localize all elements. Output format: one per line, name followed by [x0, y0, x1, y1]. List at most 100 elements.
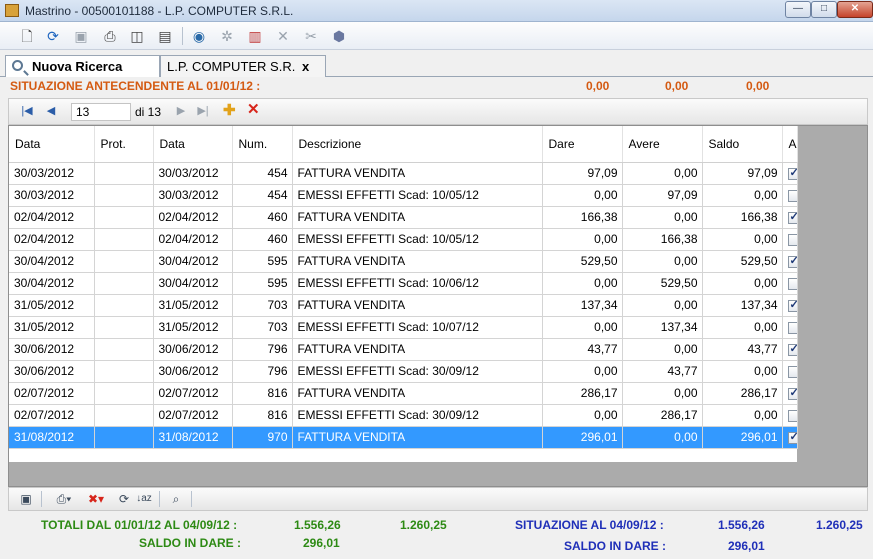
- cell-avere[interactable]: 0,00: [622, 294, 703, 317]
- cell-num[interactable]: 816: [232, 382, 293, 405]
- column-header-saldo[interactable]: Saldo: [702, 126, 783, 163]
- cell-descrizione[interactable]: EMESSI EFFETTI Scad: 10/05/12: [292, 184, 543, 207]
- reconciled-checkbox[interactable]: [787, 210, 796, 224]
- record-position-input[interactable]: 13: [71, 103, 131, 121]
- reconciled-checkbox[interactable]: [787, 409, 796, 422]
- cell-saldo[interactable]: 296,01: [702, 426, 783, 449]
- save-icon[interactable]: ▣: [17, 491, 35, 507]
- cell-num[interactable]: 460: [232, 206, 293, 229]
- cell-data[interactable]: 31/08/2012: [9, 426, 95, 449]
- cell-saldo[interactable]: 0,00: [702, 316, 783, 339]
- cell-dare[interactable]: 137,34: [542, 294, 623, 317]
- column-header-data[interactable]: Data: [9, 126, 95, 163]
- table-row[interactable]: 31/05/2012 31/05/2012 703 EMESSI EFFETTI Sc…: [9, 316, 798, 339]
- cell-saldo[interactable]: 529,50: [702, 250, 783, 273]
- cell-num[interactable]: 796: [232, 360, 293, 383]
- cell-prot[interactable]: [94, 272, 154, 295]
- cell-avere[interactable]: 286,17: [622, 404, 703, 427]
- tools-icon[interactable]: ✂: [302, 27, 320, 45]
- report-icon[interactable]: ▤: [156, 27, 174, 45]
- minimize-button[interactable]: —: [785, 1, 811, 18]
- cell-num[interactable]: 970: [232, 426, 293, 449]
- cell-data[interactable]: 31/05/2012: [9, 294, 95, 317]
- reconciled-checkbox[interactable]: [787, 277, 796, 290]
- table-row[interactable]: 02/04/2012 02/04/2012 460 FATTURA VENDITA 16…: [9, 206, 798, 229]
- cell-descrizione[interactable]: EMESSI EFFETTI Scad: 30/09/12: [292, 360, 543, 383]
- cell-saldo[interactable]: 97,09: [702, 162, 783, 185]
- find-icon[interactable]: ◉: [190, 27, 208, 45]
- cell-avere[interactable]: 137,34: [622, 316, 703, 339]
- cell-num[interactable]: 703: [232, 294, 293, 317]
- cell-data[interactable]: 02/04/2012: [9, 228, 95, 251]
- first-record-icon[interactable]: |◀: [19, 103, 35, 119]
- tab-nuova-ricerca[interactable]: Nuova Ricerca: [5, 55, 160, 77]
- cell-prot[interactable]: [94, 206, 154, 229]
- cell-data-doc[interactable]: 02/07/2012: [153, 404, 233, 427]
- cell-data-doc[interactable]: 30/04/2012: [153, 272, 233, 295]
- cell-prot[interactable]: [94, 404, 154, 427]
- cell-prot[interactable]: [94, 162, 154, 185]
- cell-prot[interactable]: [94, 426, 154, 449]
- cell-data-doc[interactable]: 02/04/2012: [153, 206, 233, 229]
- cell-data[interactable]: 02/04/2012: [9, 206, 95, 229]
- cell-dare[interactable]: 166,38: [542, 206, 623, 229]
- cell-dare[interactable]: 97,09: [542, 162, 623, 185]
- cell-descrizione[interactable]: FATTURA VENDITA: [292, 294, 543, 317]
- reconciled-checkbox[interactable]: [787, 365, 796, 378]
- cell-num[interactable]: 454: [232, 162, 293, 185]
- cell-data-doc[interactable]: 30/06/2012: [153, 360, 233, 383]
- table-row[interactable]: 02/07/2012 02/07/2012 816 EMESSI EFFETTI Sc…: [9, 404, 798, 427]
- reconciled-checkbox[interactable]: [787, 342, 796, 356]
- cell-data-doc[interactable]: 02/04/2012: [153, 228, 233, 251]
- cell-dare[interactable]: 0,00: [542, 404, 623, 427]
- cell-saldo[interactable]: 43,77: [702, 338, 783, 361]
- column-header-data-doc[interactable]: Data: [153, 126, 233, 163]
- cell-dare[interactable]: 0,00: [542, 184, 623, 207]
- next-record-icon[interactable]: ▶: [173, 103, 189, 119]
- column-header-avere[interactable]: Avere: [622, 126, 703, 163]
- cell-descrizione[interactable]: FATTURA VENDITA: [292, 162, 543, 185]
- tab-client[interactable]: L.P. COMPUTER S.R. x: [160, 55, 326, 77]
- print-dropdown-icon[interactable]: ⎙▾: [51, 491, 77, 507]
- reconciled-checkbox[interactable]: [787, 233, 796, 246]
- table-row[interactable]: 30/06/2012 30/06/2012 796 FATTURA VENDITA 43…: [9, 338, 798, 361]
- cell-prot[interactable]: [94, 316, 154, 339]
- delete-record-icon[interactable]: ✕: [247, 102, 260, 118]
- cell-saldo[interactable]: 137,34: [702, 294, 783, 317]
- print-preview-icon[interactable]: ◫: [128, 27, 146, 45]
- column-header-num[interactable]: Num.: [232, 126, 293, 163]
- table-row[interactable]: 30/03/2012 30/03/2012 454 FATTURA VENDITA 97…: [9, 162, 798, 185]
- reconciled-checkbox[interactable]: [787, 298, 796, 312]
- cell-data-doc[interactable]: 31/05/2012: [153, 316, 233, 339]
- reconciled-checkbox[interactable]: [787, 189, 796, 202]
- cell-dare[interactable]: 0,00: [542, 316, 623, 339]
- cell-num[interactable]: 595: [232, 272, 293, 295]
- cell-data-doc[interactable]: 30/03/2012: [153, 162, 233, 185]
- cell-descrizione[interactable]: FATTURA VENDITA: [292, 426, 543, 449]
- cell-data[interactable]: 30/06/2012: [9, 360, 95, 383]
- cell-dare[interactable]: 43,77: [542, 338, 623, 361]
- export-icon[interactable]: ⬢: [330, 27, 348, 45]
- cell-num[interactable]: 816: [232, 404, 293, 427]
- cell-descrizione[interactable]: EMESSI EFFETTI Scad: 30/09/12: [292, 404, 543, 427]
- cell-prot[interactable]: [94, 250, 154, 273]
- cell-descrizione[interactable]: FATTURA VENDITA: [292, 338, 543, 361]
- cell-prot[interactable]: [94, 294, 154, 317]
- cell-num[interactable]: 703: [232, 316, 293, 339]
- cell-data-doc[interactable]: 30/04/2012: [153, 250, 233, 273]
- column-header-dare[interactable]: Dare: [542, 126, 623, 163]
- cell-data[interactable]: 30/06/2012: [9, 338, 95, 361]
- reconciled-checkbox[interactable]: [787, 430, 796, 444]
- delete-dropdown-icon[interactable]: ✖▾: [83, 491, 109, 507]
- cell-avere[interactable]: 529,50: [622, 272, 703, 295]
- table-row[interactable]: 31/05/2012 31/05/2012 703 FATTURA VENDITA 13…: [9, 294, 798, 317]
- last-record-icon[interactable]: ▶|: [195, 103, 211, 119]
- cell-data-doc[interactable]: 31/08/2012: [153, 426, 233, 449]
- cell-num[interactable]: 454: [232, 184, 293, 207]
- reconciled-checkbox[interactable]: [787, 386, 796, 400]
- cell-avere[interactable]: 166,38: [622, 228, 703, 251]
- previous-record-icon[interactable]: ◀: [43, 103, 59, 119]
- cell-avere[interactable]: 0,00: [622, 338, 703, 361]
- cell-data-doc[interactable]: 31/05/2012: [153, 294, 233, 317]
- cell-saldo[interactable]: 0,00: [702, 272, 783, 295]
